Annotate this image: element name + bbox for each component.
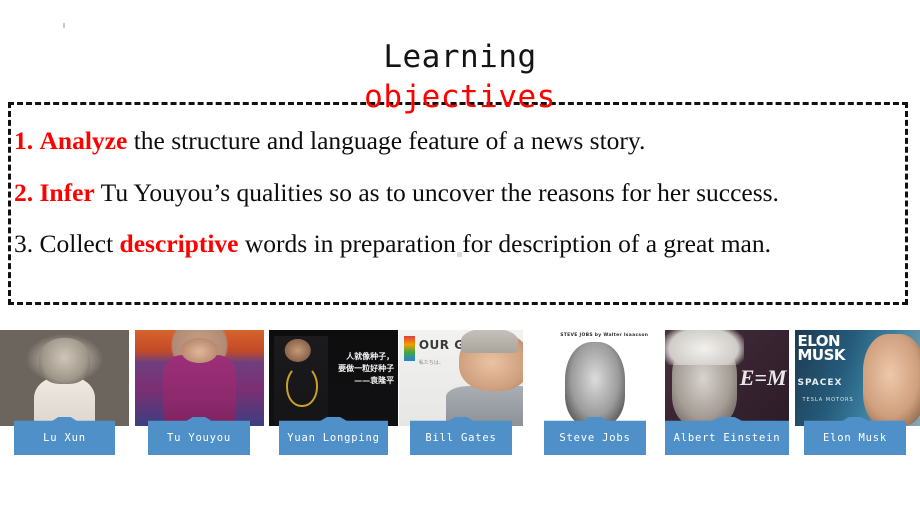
person-name-banner-elon-musk: Elon Musk xyxy=(804,417,906,455)
photo-art-tu-youyou xyxy=(135,330,264,426)
person-name-banner-yuan-longping: Yuan Longping xyxy=(279,417,388,455)
person-photo-albert-einstein: E=M xyxy=(665,330,789,426)
person-name-banner-steve-jobs: Steve Jobs xyxy=(544,417,646,455)
person-name-tu-youyou: Tu Youyou xyxy=(166,432,232,444)
person-name-banner-tu-youyou: Tu Youyou xyxy=(148,417,250,455)
objective-3-keyword: descriptive xyxy=(119,229,239,258)
objective-1-number: 1. xyxy=(14,126,34,155)
objective-2-keyword: Infer xyxy=(39,177,95,207)
objectives-list: 1. Analyze the structure and language fe… xyxy=(14,128,912,257)
musk-tesla-overlay: TESLA MOTORS xyxy=(802,397,854,404)
objective-item-2: 2. Infer Tu Youyou’s qualities so as to … xyxy=(14,177,912,207)
person-name-bill-gates: Bill Gates xyxy=(425,432,497,444)
einstein-equation-overlay: E=M xyxy=(739,364,787,390)
objective-3-lead: Collect xyxy=(33,229,120,258)
person-card-yuan-longping[interactable]: 人就像种子， 要做一粒好种子 ——袁隆平 Yuan Longping xyxy=(269,330,398,455)
person-photo-elon-musk: ELON MUSK SPACEX TESLA MOTORS xyxy=(795,330,920,426)
objective-item-1: 1. Analyze the structure and language fe… xyxy=(14,128,912,154)
photo-art-bill-gates: OUR G 私たちは、 xyxy=(399,330,523,426)
yuan-medal-icon xyxy=(285,364,319,407)
musk-head xyxy=(862,333,920,426)
person-card-steve-jobs[interactable]: STEVE JOBS by Walter Isaacson Steve Jobs xyxy=(537,330,653,455)
person-name-steve-jobs: Steve Jobs xyxy=(559,432,631,444)
person-name-banner-lu-xun: Lu Xun xyxy=(14,417,115,455)
musk-cover-title-overlay: ELON MUSK xyxy=(797,331,846,365)
person-photo-bill-gates: OUR G 私たちは、 xyxy=(399,330,523,426)
photo-art-albert-einstein: E=M xyxy=(665,330,789,426)
page-title-line-2: objectives xyxy=(364,78,556,115)
person-name-elon-musk: Elon Musk xyxy=(822,432,888,444)
gates-banner-subtext: 私たちは、 xyxy=(418,359,444,366)
person-name-albert-einstein: Albert Einstein xyxy=(673,432,781,444)
person-name-lu-xun: Lu Xun xyxy=(43,432,86,444)
person-name-banner-bill-gates: Bill Gates xyxy=(410,417,512,455)
person-photo-tu-youyou xyxy=(135,330,264,426)
jobs-head xyxy=(564,341,626,426)
person-card-lu-xun[interactable]: Lu Xun xyxy=(0,330,129,455)
photo-art-yuan-longping: 人就像种子， 要做一粒好种子 ——袁隆平 xyxy=(269,330,398,426)
gates-hair xyxy=(461,330,519,354)
person-card-bill-gates[interactable]: OUR G 私たちは、 Bill Gates xyxy=(399,330,523,455)
artifact-dot-top xyxy=(63,23,65,28)
objective-1-keyword: Analyze xyxy=(39,126,128,155)
einstein-hair xyxy=(665,330,745,365)
person-photo-yuan-longping: 人就像种子， 要做一粒好种子 ——袁隆平 xyxy=(269,330,398,426)
person-photo-steve-jobs: STEVE JOBS by Walter Isaacson xyxy=(537,330,653,426)
people-thumbnail-strip: Lu Xun Tu Youyou 人就像种子， 要做一粒好种子 ——袁隆平 Yuan… xyxy=(0,330,920,455)
objective-3-number: 3. xyxy=(14,229,34,258)
photo-art-elon-musk: ELON MUSK SPACEX TESLA MOTORS xyxy=(795,330,920,426)
objective-item-3: 3. Collect descriptive words in preparat… xyxy=(14,231,912,257)
person-card-tu-youyou[interactable]: Tu Youyou xyxy=(135,330,264,455)
person-photo-lu-xun xyxy=(0,330,129,426)
person-card-elon-musk[interactable]: ELON MUSK SPACEX TESLA MOTORS Elon Musk xyxy=(795,330,920,455)
person-name-banner-albert-einstein: Albert Einstein xyxy=(665,417,789,455)
objective-2-text: Tu Youyou’s qualities so as to uncover t… xyxy=(94,177,779,207)
photo-art-steve-jobs: STEVE JOBS by Walter Isaacson xyxy=(537,330,653,426)
objective-2-number: 2. xyxy=(14,177,34,207)
yuan-quote-overlay: 人就像种子， 要做一粒好种子 ——袁隆平 xyxy=(338,352,395,386)
objective-1-text: the structure and language feature of a … xyxy=(127,126,646,155)
musk-spacex-overlay: SPACEX xyxy=(797,378,843,388)
gates-banner-text: OUR G xyxy=(418,337,465,352)
objective-3-text: words in preparation for description of … xyxy=(238,229,772,258)
page-title: Learning objectives xyxy=(0,38,920,117)
page-title-line-1: Learning xyxy=(383,39,537,75)
photo-art-lu-xun xyxy=(0,330,129,426)
gates-color-logo-icon xyxy=(403,335,416,361)
person-name-yuan-longping: Yuan Longping xyxy=(287,432,380,444)
jobs-book-title-overlay: STEVE JOBS by Walter Isaacson xyxy=(560,332,649,338)
person-card-albert-einstein[interactable]: E=M Albert Einstein xyxy=(665,330,789,455)
